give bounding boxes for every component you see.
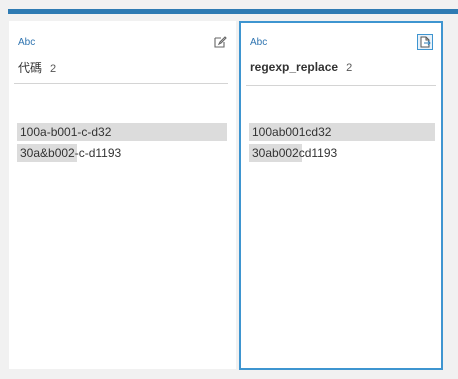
- column-name: 代碼: [18, 61, 43, 75]
- column-name: regexp_replace: [250, 60, 339, 74]
- column-card-regexp-replace[interactable]: Abc regexp_replace 2 100ab001cd32 30ab002…: [239, 21, 443, 370]
- value-text: 100ab001cd32: [252, 125, 332, 139]
- data-type-badge: Abc: [250, 37, 268, 48]
- value-row[interactable]: 100a-b001-c-d32: [17, 123, 227, 142]
- column-card-daima[interactable]: Abc 代碼 2 100a-b001-c-d32 30a&b002-c-d1193: [9, 21, 236, 369]
- value-text: 30a&b002-c-d1193: [20, 146, 122, 160]
- column-count: 2: [346, 62, 353, 74]
- column-count: 2: [50, 63, 57, 75]
- value-row[interactable]: 30ab002cd1193: [249, 144, 435, 163]
- value-list: 100ab001cd32 30ab002cd1193: [249, 123, 435, 165]
- data-type-badge: Abc: [18, 37, 36, 48]
- edit-icon[interactable]: [213, 35, 227, 49]
- value-row[interactable]: 30a&b002-c-d1193: [17, 144, 227, 163]
- top-accent-bar: [8, 9, 458, 14]
- document-icon[interactable]: [417, 34, 433, 50]
- column-title[interactable]: regexp_replace 2: [250, 60, 352, 74]
- value-list: 100a-b001-c-d32 30a&b002-c-d1193: [17, 123, 227, 165]
- value-row[interactable]: 100ab001cd32: [249, 123, 435, 142]
- column-title[interactable]: 代碼 2: [18, 59, 56, 76]
- divider: [14, 83, 228, 84]
- value-text: 100a-b001-c-d32: [20, 125, 112, 139]
- divider: [246, 85, 436, 86]
- value-text: 30ab002cd1193: [252, 146, 338, 160]
